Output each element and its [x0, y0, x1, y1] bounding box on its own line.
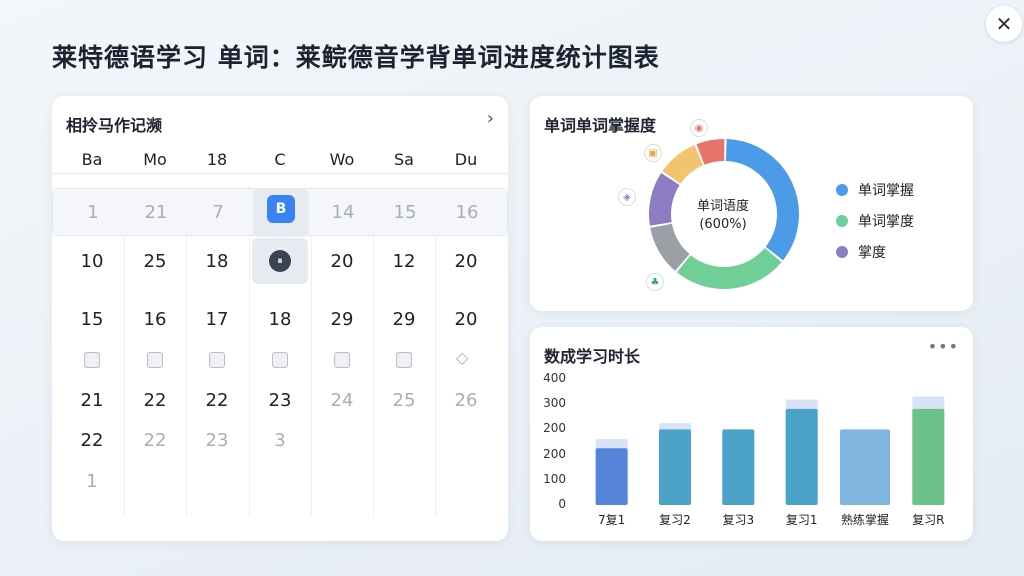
calendar-day[interactable]: 7 — [187, 189, 249, 237]
badge-icon: ◉ — [690, 119, 708, 137]
calendar-day[interactable]: 21 — [125, 189, 187, 237]
calendar-day[interactable]: 20 — [435, 296, 497, 344]
bar[interactable] — [659, 429, 691, 505]
donut-segment[interactable] — [649, 173, 680, 226]
calendar-day[interactable]: 18 — [249, 296, 311, 344]
weekday-label: Mo — [143, 150, 167, 169]
bar[interactable] — [722, 429, 755, 505]
calendar-day[interactable]: 25 — [124, 238, 186, 286]
calendar-week-row: 1 21 7 B 14 15 16 — [52, 188, 508, 237]
bookmark-icon: ▣ — [644, 144, 662, 162]
calendar-day[interactable]: 16 — [436, 189, 498, 237]
donut-center-line1: 单词语度 — [696, 199, 749, 214]
tag-icon: ◈ — [618, 188, 636, 206]
calendar-week-row: 15 16 17 18 29 29 20 — [52, 296, 508, 344]
bar[interactable] — [840, 429, 890, 505]
legend-item[interactable]: 单词掌握 — [836, 174, 914, 205]
weekday-label: 18 — [206, 150, 228, 169]
calendar-day[interactable]: 14 — [312, 189, 374, 237]
page-title: 莱特德语学习 单词：莱鲩德音学背单词进度统计图表 — [52, 43, 660, 72]
calendar-title: 相拎马作记濒 — [66, 116, 163, 135]
day-checkbox[interactable] — [272, 352, 288, 368]
calendar-day[interactable]: 20 — [435, 238, 497, 286]
calendar-day[interactable]: 18 — [186, 238, 248, 286]
legend-item[interactable]: 掌度 — [836, 236, 914, 267]
calendar-day[interactable]: 29 — [311, 296, 373, 344]
calendar-weekday-header: Ba Mo 18 C Wo Sa Du — [52, 150, 508, 174]
legend-item[interactable]: 单词掌度 — [836, 205, 914, 236]
donut-segment[interactable] — [662, 145, 704, 185]
bar[interactable] — [595, 448, 628, 505]
donut-center-label: 单词语度 (600%) — [678, 198, 768, 234]
legend-label: 掌度 — [858, 244, 886, 261]
weekday-label: Wo — [329, 150, 355, 169]
calendar-card: 相拎马作记濒 › Ba Mo 18 C Wo Sa Du 1 21 7 B 14… — [52, 96, 508, 541]
calendar-day[interactable]: 16 — [124, 296, 186, 344]
chevron-right-icon[interactable]: › — [487, 108, 494, 129]
x-tick-label: 复习R — [912, 513, 945, 527]
day-checkbox[interactable] — [334, 352, 350, 368]
calendar-day[interactable]: 1 — [62, 189, 124, 237]
calendar-week-row: 1 — [52, 458, 508, 506]
calendar-checkbox-row: ◇ — [52, 348, 508, 372]
calendar-day[interactable]: 15 — [374, 189, 436, 237]
study-time-chart-card: 数成学习时长 ••• 400 300 200 200 100 0 7复1 复习2 复习3 复习1… — [530, 327, 973, 541]
calendar-day[interactable]: 10 — [61, 238, 123, 286]
donut-center-line2: (600%) — [699, 217, 747, 232]
calendar-day[interactable]: 17 — [186, 296, 248, 344]
weekday-label: Du — [454, 150, 478, 169]
donut-legend: 单词掌握 单词掌度 掌度 — [836, 174, 914, 267]
today-marker-icon[interactable]: B — [267, 195, 295, 223]
close-button[interactable]: ✕ — [986, 6, 1022, 42]
day-checkbox[interactable] — [147, 352, 163, 368]
weekday-label: C — [274, 150, 286, 169]
calendar-day[interactable]: 29 — [373, 296, 435, 344]
day-checkbox[interactable] — [396, 352, 412, 368]
bar[interactable] — [785, 408, 818, 505]
donut-segment[interactable] — [696, 139, 725, 165]
selected-day-icon[interactable]: ⏸ — [269, 250, 291, 272]
legend-label: 单词掌握 — [858, 182, 914, 199]
bar[interactable] — [912, 408, 945, 505]
weekday-label: Sa — [394, 150, 414, 169]
day-checkbox[interactable] — [209, 352, 225, 368]
weekday-label: Ba — [81, 150, 103, 169]
diamond-icon: ◇ — [456, 348, 469, 367]
donut-segment[interactable] — [676, 247, 782, 289]
close-icon: ✕ — [995, 12, 1013, 36]
calendar-week-row: 10 25 18 ⏸ 20 12 20 — [52, 238, 508, 286]
mastery-donut-card: 单词单词掌握度 ◉ ▣ ◈ ♣ 单词语度 (600%) 单词掌握 单词掌度 掌度 — [530, 96, 973, 311]
calendar-day[interactable]: 12 — [373, 238, 435, 286]
bar-chart — [595, 396, 945, 505]
day-checkbox[interactable] — [84, 352, 100, 368]
legend-label: 单词掌度 — [858, 213, 914, 230]
leaf-icon: ♣ — [646, 273, 664, 291]
calendar-day[interactable]: 15 — [61, 296, 123, 344]
calendar-day[interactable]: 20 — [311, 238, 373, 286]
calendar-day[interactable]: 1 — [61, 458, 123, 506]
